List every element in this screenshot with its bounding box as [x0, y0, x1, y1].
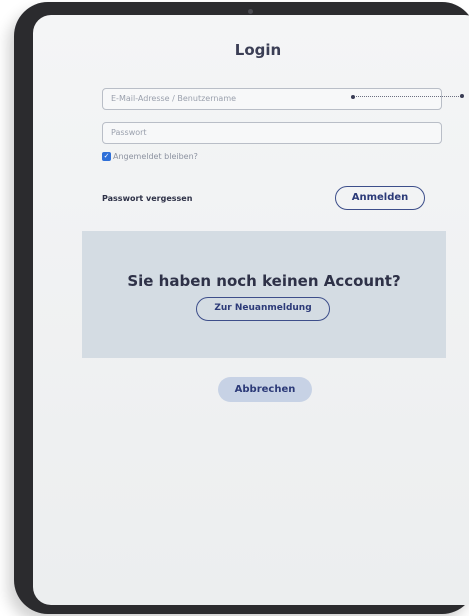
tablet-frame: Login E-Mail-Adresse / Benutzername Pass…: [14, 2, 469, 614]
email-input[interactable]: E-Mail-Adresse / Benutzername: [102, 88, 442, 110]
signup-button[interactable]: Zur Neuanmeldung: [196, 297, 330, 321]
camera-icon: [248, 9, 253, 14]
cancel-button[interactable]: Abbrechen: [218, 377, 312, 402]
signup-heading: Sie haben noch keinen Account?: [127, 272, 401, 290]
remember-me-checkbox[interactable]: ✓ Angemeldet bleiben?: [102, 151, 198, 163]
forgot-password-link[interactable]: Passwort vergessen: [102, 194, 192, 203]
signup-panel: Sie haben noch keinen Account? Zur Neuan…: [82, 231, 446, 358]
page-title: Login: [234, 41, 282, 59]
login-screen: Login E-Mail-Adresse / Benutzername Pass…: [33, 15, 469, 605]
annotation-end-dot: [460, 94, 464, 98]
password-input[interactable]: Passwort: [102, 122, 442, 144]
annotation-dot: [351, 95, 355, 99]
login-button[interactable]: Anmelden: [335, 186, 425, 210]
annotation-line: [356, 96, 463, 97]
checkmark-icon[interactable]: ✓: [102, 152, 111, 161]
remember-me-label: Angemeldet bleiben?: [113, 152, 198, 161]
